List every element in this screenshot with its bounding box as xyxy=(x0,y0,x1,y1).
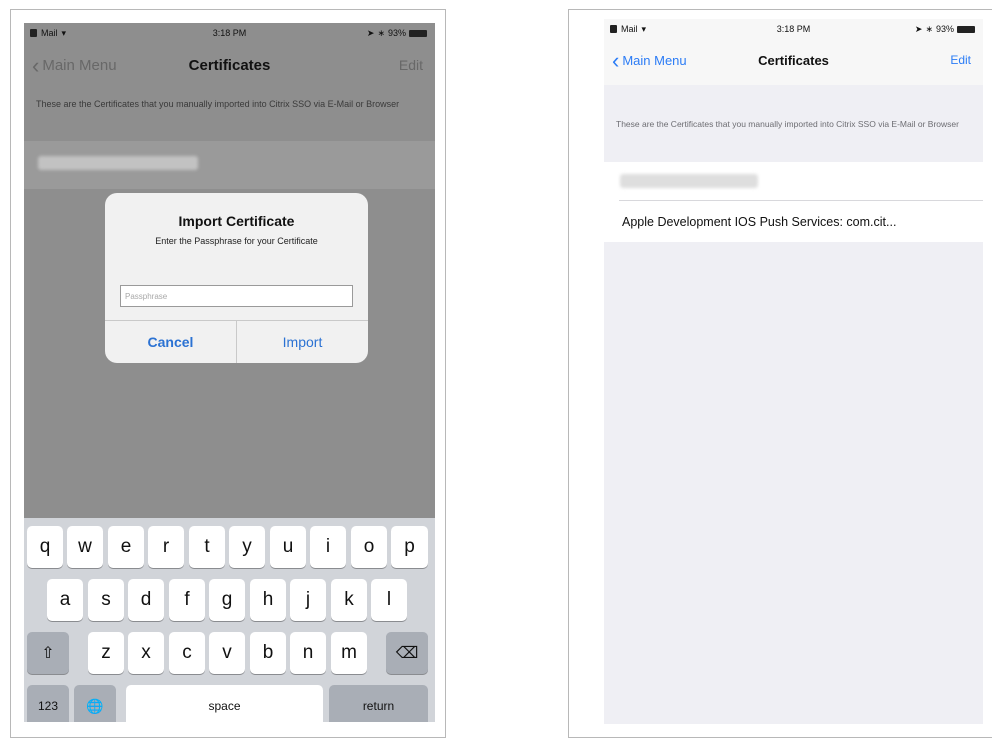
key-q[interactable]: q xyxy=(27,526,63,568)
redacted-text-bar xyxy=(38,156,198,170)
battery-icon xyxy=(957,25,975,33)
section-header-note: These are the Certificates that you manu… xyxy=(616,119,959,129)
navigation-bar: ‹ Main Menu Certificates Edit xyxy=(604,39,983,85)
cancel-button[interactable]: Cancel xyxy=(105,321,236,363)
key-u[interactable]: u xyxy=(270,526,306,568)
import-certificate-alert: Import Certificate Enter the Passphrase … xyxy=(105,193,368,363)
edit-button[interactable]: Edit xyxy=(399,57,423,73)
numbers-key[interactable]: 123 xyxy=(27,685,69,722)
alert-message: Enter the Passphrase for your Certificat… xyxy=(155,236,318,246)
key-s[interactable]: s xyxy=(88,579,124,621)
key-z[interactable]: z xyxy=(88,632,124,674)
key-i[interactable]: i xyxy=(310,526,346,568)
key-c[interactable]: c xyxy=(169,632,205,674)
page-title: Certificates xyxy=(188,57,271,74)
key-m[interactable]: m xyxy=(331,632,367,674)
key-e[interactable]: e xyxy=(108,526,144,568)
globe-key-icon[interactable]: 🌐 xyxy=(74,685,116,722)
right-screenshot-frame: Mail ▾ 3:18 PM ➤ ∗ 93% ‹ Main Menu Certi… xyxy=(568,9,992,738)
key-p[interactable]: p xyxy=(391,526,428,568)
location-icon: ➤ xyxy=(366,27,375,38)
navigation-bar: ‹ Main Menu Certificates Edit xyxy=(24,43,435,87)
key-o[interactable]: o xyxy=(351,526,387,568)
certificate-row[interactable]: Apple Development IOS Push Services: com… xyxy=(604,201,983,242)
key-r[interactable]: r xyxy=(148,526,184,568)
passphrase-input[interactable] xyxy=(120,285,353,307)
section-header-note: These are the Certificates that you manu… xyxy=(36,99,400,109)
certificate-row-redacted xyxy=(24,141,435,189)
battery-percent: 93% xyxy=(387,28,406,38)
key-v[interactable]: v xyxy=(209,632,245,674)
space-key[interactable]: space xyxy=(126,685,323,722)
key-g[interactable]: g xyxy=(209,579,245,621)
phone-screen-certificates-list: Mail ▾ 3:18 PM ➤ ∗ 93% ‹ Main Menu Certi… xyxy=(604,19,983,724)
key-d[interactable]: d xyxy=(128,579,164,621)
certificates-list: Apple Development IOS Push Services: com… xyxy=(604,162,983,242)
certificate-row-redacted[interactable] xyxy=(604,162,983,200)
bluetooth-icon: ∗ xyxy=(377,27,385,38)
status-bar: Mail ▾ 3:18 PM ➤ ∗ 93% xyxy=(24,23,435,43)
status-bar: Mail ▾ 3:18 PM ➤ ∗ 93% xyxy=(604,19,983,39)
location-icon: ➤ xyxy=(914,23,923,34)
shift-key-icon[interactable]: ⇧ xyxy=(27,632,69,674)
key-a[interactable]: a xyxy=(47,579,83,621)
key-h[interactable]: h xyxy=(250,579,286,621)
left-screenshot-frame: Mail ▾ 3:18 PM ➤ ∗ 93% ‹ Main Menu Certi… xyxy=(10,9,446,738)
delete-key-icon[interactable]: ⌫ xyxy=(386,632,428,674)
alert-title: Import Certificate xyxy=(178,213,295,229)
edit-button[interactable]: Edit xyxy=(950,53,971,67)
return-key[interactable]: return xyxy=(329,685,428,722)
page-title: Certificates xyxy=(758,53,829,68)
key-y[interactable]: y xyxy=(229,526,265,568)
key-n[interactable]: n xyxy=(290,632,326,674)
key-t[interactable]: t xyxy=(189,526,225,568)
key-f[interactable]: f xyxy=(169,579,205,621)
redacted-text-bar xyxy=(620,174,758,188)
key-l[interactable]: l xyxy=(371,579,407,621)
phone-screen-import-dialog: Mail ▾ 3:18 PM ➤ ∗ 93% ‹ Main Menu Certi… xyxy=(24,23,435,722)
key-j[interactable]: j xyxy=(290,579,326,621)
battery-percent: 93% xyxy=(935,24,954,34)
bluetooth-icon: ∗ xyxy=(925,23,933,34)
key-b[interactable]: b xyxy=(250,632,286,674)
key-k[interactable]: k xyxy=(331,579,367,621)
import-button[interactable]: Import xyxy=(237,321,368,363)
on-screen-keyboard: q w e r t y u i o p a s d f g h j k l ⇧ … xyxy=(24,518,435,722)
key-w[interactable]: w xyxy=(67,526,103,568)
battery-icon xyxy=(409,29,427,37)
key-x[interactable]: x xyxy=(128,632,164,674)
